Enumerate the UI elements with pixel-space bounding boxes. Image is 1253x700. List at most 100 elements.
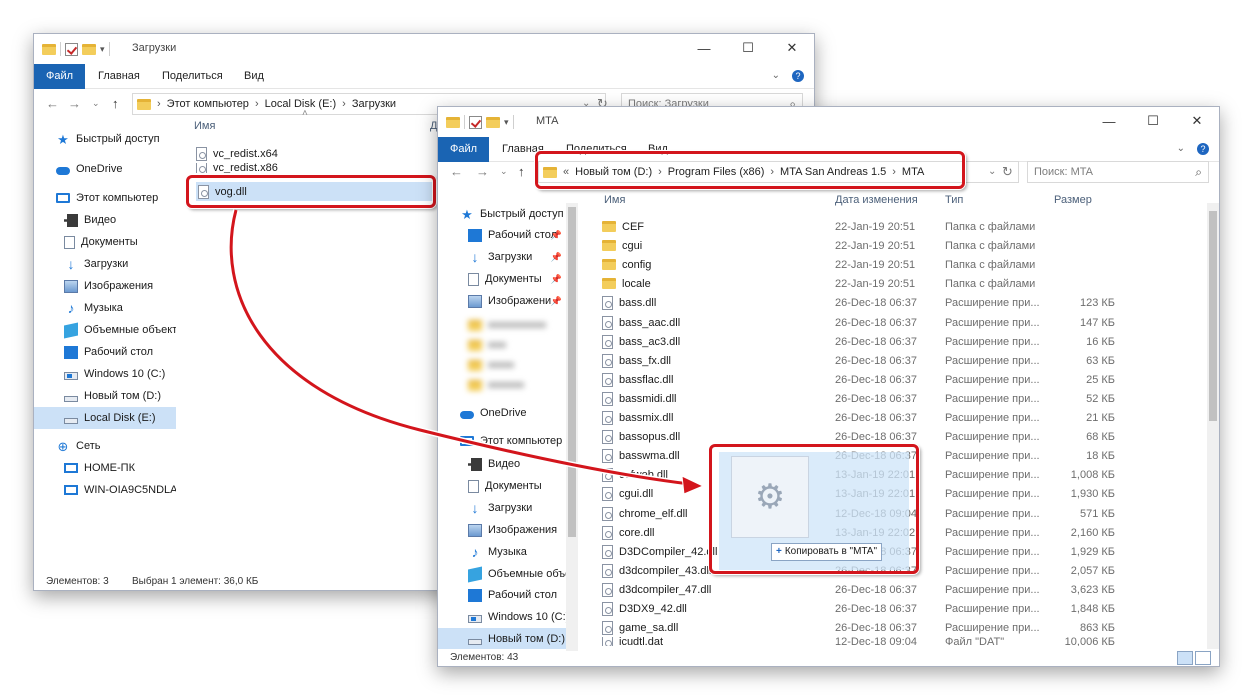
mta-titlebar[interactable]: ▾ MTA — ☐ ✕ [438, 107, 1219, 137]
sidebar-item-windows-drive[interactable]: Windows 10 (C:) [438, 606, 566, 628]
help-icon[interactable]: ? [1197, 143, 1209, 155]
sidebar-item-documents[interactable]: Документы [34, 231, 138, 253]
sidebar-item-video[interactable]: Видео [34, 209, 116, 231]
up-icon[interactable]: ↑ [518, 164, 525, 179]
maximize-icon[interactable]: ☐ [1131, 107, 1175, 135]
new-folder-icon[interactable] [486, 116, 500, 128]
tab-file[interactable]: Файл [34, 64, 86, 89]
column-header-size[interactable]: Размер [1054, 189, 1092, 211]
breadcrumb-this-pc[interactable]: Этот компьютер [167, 98, 249, 110]
back-icon[interactable]: ← [450, 164, 463, 179]
breadcrumb-downloads[interactable]: Загрузки [352, 98, 396, 110]
up-icon[interactable]: ↑ [112, 96, 119, 111]
sidebar-item-music[interactable]: ♪ Музыка [438, 541, 527, 563]
file-row[interactable]: game_sa.dll 26-Dec-18 06:37 Расширение при… [602, 618, 1202, 637]
sidebar-item-downloads[interactable]: ↓ Загрузки [34, 253, 129, 275]
column-header-name[interactable]: Имя [604, 189, 625, 211]
sidebar-item-documents[interactable]: Документы 📌 [438, 268, 566, 290]
sidebar-item-home-pc[interactable]: HOME-ПК [34, 457, 135, 479]
details-view-icon[interactable] [1177, 651, 1193, 665]
pin-icon[interactable]: 📌 [551, 296, 562, 307]
file-row[interactable]: bass_aac.dll 26-Dec-18 06:37 Расширение пр… [602, 313, 1202, 332]
ribbon-expand-icon[interactable]: ⌄ [1177, 143, 1185, 155]
sidebar-item-onedrive[interactable]: OneDrive [438, 402, 526, 424]
file-row[interactable]: vc_redist.x86 [196, 163, 278, 173]
file-row[interactable]: cgui 22-Jan-19 20:51 Папка с файлами [602, 236, 1202, 255]
sidebar-item-desktop[interactable]: Рабочий стол 📌 [438, 224, 566, 246]
file-row[interactable]: d3dcompiler_47.dll 26-Dec-18 06:37 Расшире… [602, 580, 1202, 599]
pin-icon[interactable]: 📌 [551, 274, 562, 285]
sidebar-item-images[interactable]: Изображения [438, 519, 557, 541]
sidebar-item-quick-access[interactable]: ★ Быстрый доступ [34, 128, 159, 150]
quick-access-dropdown-icon[interactable]: ▾ [504, 117, 509, 128]
refresh-icon[interactable]: ↻ [1002, 164, 1013, 180]
sidebar-scrollbar[interactable] [566, 203, 578, 651]
sidebar-item-quick-access[interactable]: ★ Быстрый доступ [438, 203, 563, 225]
maximize-icon[interactable]: ☐ [726, 34, 770, 62]
tab-share[interactable]: Поделиться [150, 64, 235, 89]
sidebar-item-documents[interactable]: Документы [438, 475, 542, 497]
new-folder-icon[interactable] [82, 43, 96, 55]
scrollbar-thumb[interactable] [1209, 211, 1217, 421]
sidebar-item-music[interactable]: ♪ Музыка [34, 297, 123, 319]
sidebar-item-images[interactable]: Изображени 📌 [438, 290, 566, 312]
sidebar-item-win-oia[interactable]: WIN-OIA9C5NDLAN [34, 479, 176, 501]
sidebar-item-downloads[interactable]: ↓ Загрузки [438, 497, 533, 519]
tab-home[interactable]: Главная [86, 64, 152, 89]
recent-dropdown-icon[interactable]: ⌄ [500, 166, 508, 177]
sidebar-item-windows-drive[interactable]: Windows 10 (C:) [34, 363, 165, 385]
sidebar-item-this-pc[interactable]: Этот компьютер [34, 187, 158, 209]
scrollbar-thumb[interactable] [568, 207, 576, 537]
pin-icon[interactable]: 📌 [551, 252, 562, 263]
file-row[interactable]: bass_fx.dll 26-Dec-18 06:37 Расширение при… [602, 351, 1202, 370]
large-icons-view-icon[interactable] [1195, 651, 1211, 665]
file-row[interactable]: bassmix.dll 26-Dec-18 06:37 Расширение при… [602, 408, 1202, 427]
sidebar-item-desktop[interactable]: Рабочий стол [34, 341, 153, 363]
address-dropdown-icon[interactable]: ⌄ [988, 166, 996, 177]
sidebar-item-onedrive[interactable]: OneDrive [34, 158, 122, 180]
forward-icon[interactable]: → [476, 164, 489, 179]
column-header-date[interactable]: Дата изменения [835, 189, 918, 211]
sidebar-item-local-disk[interactable]: Local Disk (E:) [34, 407, 176, 429]
sidebar-item-desktop[interactable]: Рабочий стол [438, 584, 557, 606]
file-row[interactable]: D3DX9_42.dll 26-Dec-18 06:37 Расширение пр… [602, 599, 1202, 618]
file-row[interactable]: config 22-Jan-19 20:51 Папка с файлами [602, 255, 1202, 274]
properties-icon[interactable] [469, 115, 482, 129]
downloads-titlebar[interactable]: ▾ Загрузки — ☐ ✕ [34, 34, 814, 64]
minimize-icon[interactable]: — [1087, 107, 1131, 135]
sidebar-item-video[interactable]: Видео [438, 453, 520, 475]
ribbon-expand-icon[interactable]: ⌄ [772, 70, 780, 82]
file-row[interactable]: bassmidi.dll 26-Dec-18 06:37 Расширение пр… [602, 389, 1202, 408]
file-row[interactable]: bassflac.dll 26-Dec-18 06:37 Расширение пр… [602, 370, 1202, 389]
file-row[interactable]: vc_redist.x64 [196, 144, 278, 163]
forward-icon[interactable]: → [68, 96, 81, 111]
file-list-scrollbar[interactable] [1207, 203, 1219, 649]
properties-icon[interactable] [65, 42, 78, 56]
sidebar-item-3d-objects[interactable]: Объемные объекты [438, 563, 566, 585]
sidebar-item-downloads[interactable]: ↓ Загрузки 📌 [438, 246, 566, 268]
file-row[interactable]: bass_ac3.dll 26-Dec-18 06:37 Расширение пр… [602, 332, 1202, 351]
quick-access-dropdown-icon[interactable]: ▾ [100, 44, 105, 55]
file-row[interactable]: locale 22-Jan-19 20:51 Папка с файлами [602, 274, 1202, 293]
file-row[interactable]: icudtl.dat 12-Dec-18 09:04 Файл "DAT" 10,00… [602, 637, 1202, 646]
sidebar-item-network[interactable]: ⊕ Сеть [34, 435, 101, 457]
help-icon[interactable]: ? [792, 70, 804, 82]
minimize-icon[interactable]: — [682, 34, 726, 62]
sidebar-item-new-volume[interactable]: Новый том (D:) [34, 385, 161, 407]
sidebar-item-3d-objects[interactable]: Объемные объекты [34, 319, 176, 341]
tab-view[interactable]: Вид [232, 64, 276, 89]
sidebar-item-new-volume[interactable]: Новый том (D:) [438, 628, 566, 649]
sidebar-item-images[interactable]: Изображения [34, 275, 153, 297]
close-icon[interactable]: ✕ [770, 34, 814, 62]
pin-icon[interactable]: 📌 [551, 230, 562, 241]
breadcrumb-local-disk[interactable]: Local Disk (E:) [265, 98, 337, 110]
column-header-type[interactable]: Тип [945, 189, 963, 211]
file-row[interactable]: bass.dll 26-Dec-18 06:37 Расширение при...… [602, 293, 1202, 312]
sidebar-item-this-pc[interactable]: Этот компьютер [438, 430, 562, 452]
close-icon[interactable]: ✕ [1175, 107, 1219, 135]
recent-dropdown-icon[interactable]: ⌄ [92, 98, 100, 109]
search-input[interactable]: Поиск: MTA ⌕ [1027, 161, 1209, 183]
back-icon[interactable]: ← [46, 96, 59, 111]
column-header-name[interactable]: Имя [194, 115, 215, 137]
file-row[interactable]: CEF 22-Jan-19 20:51 Папка с файлами [602, 217, 1202, 236]
